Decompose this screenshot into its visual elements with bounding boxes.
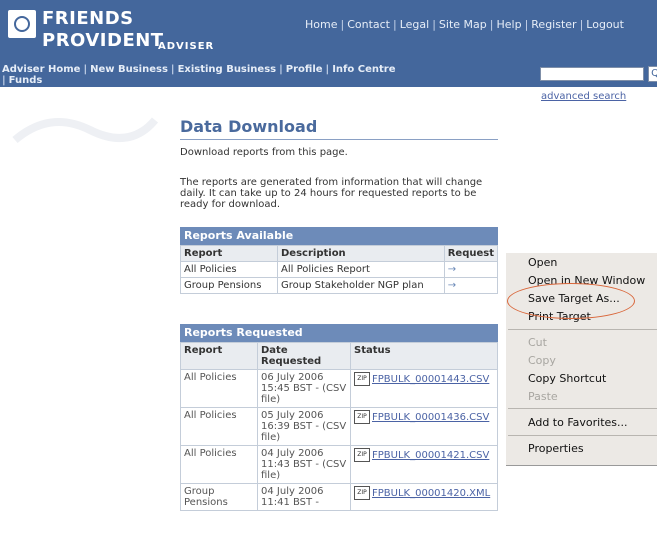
date-cell: 05 July 2006 16:39 BST - (CSV file) xyxy=(257,407,351,446)
nav-new-business[interactable]: New Business xyxy=(90,64,168,75)
top-nav-register[interactable]: Register xyxy=(531,18,576,31)
top-nav-contact[interactable]: Contact xyxy=(347,18,390,31)
menu-item-add-to-favorites[interactable]: Add to Favorites... xyxy=(528,416,628,429)
date-cell: 04 July 2006 11:41 BST - xyxy=(257,483,351,511)
column-header: Status xyxy=(350,342,498,370)
report-cell: Group Pensions xyxy=(180,483,258,511)
report-cell: All Policies xyxy=(180,407,258,446)
table-header-row: Report Date Requested Status xyxy=(180,342,498,370)
status-cell: ZIP FPBULK_00001421.CSV xyxy=(350,445,498,484)
menu-separator xyxy=(508,408,657,409)
top-nav-legal[interactable]: Legal xyxy=(400,18,429,31)
report-cell: All Policies xyxy=(180,445,258,484)
column-header: Request xyxy=(443,245,499,262)
page-note: The reports are generated from informati… xyxy=(180,177,483,210)
column-header: Report xyxy=(180,342,258,370)
date-cell: 06 July 2006 15:45 BST - (CSV file) xyxy=(257,369,351,408)
file-download-link[interactable]: FPBULK_00001420.XML xyxy=(372,488,490,499)
page-intro: Download reports from this page. xyxy=(180,147,348,158)
top-nav-home[interactable]: Home xyxy=(305,18,337,31)
nav-funds[interactable]: Funds xyxy=(9,75,43,86)
reports-available-table: Report Description Request All Policies … xyxy=(180,245,499,294)
menu-item-properties[interactable]: Properties xyxy=(528,442,584,455)
reports-requested-table: Report Date Requested Status All Policie… xyxy=(180,342,498,511)
search-input[interactable] xyxy=(540,67,644,81)
reports-requested-heading: Reports Requested xyxy=(180,324,498,342)
status-cell: ZIP FPBULK_00001443.CSV xyxy=(350,369,498,408)
brand-name-line1: FRIENDS xyxy=(42,8,134,29)
brand-section-label: ADVISER xyxy=(158,41,215,52)
request-arrow-icon[interactable]: → xyxy=(443,277,499,294)
menu-item-copy: Copy xyxy=(528,354,556,367)
top-nav-logout[interactable]: Logout xyxy=(586,18,624,31)
search-go-button[interactable]: Q xyxy=(648,66,657,82)
date-cell: 04 July 2006 11:43 BST - (CSV file) xyxy=(257,445,351,484)
menu-separator xyxy=(508,435,657,436)
table-row: All Policies 06 July 2006 15:45 BST - (C… xyxy=(180,369,498,408)
reports-requested-panel: Reports Requested Report Date Requested … xyxy=(180,324,498,511)
friends-provident-logo-icon[interactable] xyxy=(8,10,36,38)
file-download-link[interactable]: FPBULK_00001421.CSV xyxy=(372,450,489,461)
page-title: Data Download xyxy=(180,117,318,136)
file-download-link[interactable]: FPBULK_00001436.CSV xyxy=(372,412,489,423)
zip-file-icon: ZIP xyxy=(354,410,370,424)
nav-existing-business[interactable]: Existing Business xyxy=(178,64,277,75)
file-download-link[interactable]: FPBULK_00001443.CSV xyxy=(372,374,489,385)
table-row: Group Pensions Group Stakeholder NGP pla… xyxy=(180,277,499,294)
table-row: All Policies 04 July 2006 11:43 BST - (C… xyxy=(180,445,498,484)
status-cell: ZIP FPBULK_00001420.XML xyxy=(350,483,498,511)
table-row: Group Pensions 04 July 2006 11:41 BST - … xyxy=(180,483,498,511)
column-header: Date Requested xyxy=(257,342,351,370)
zip-file-icon: ZIP xyxy=(354,448,370,462)
reports-available-heading: Reports Available xyxy=(180,227,498,245)
status-cell: ZIP FPBULK_00001436.CSV xyxy=(350,407,498,446)
column-header: Description xyxy=(277,245,445,262)
table-row: All Policies 05 July 2006 16:39 BST - (C… xyxy=(180,407,498,446)
menu-item-copy-shortcut[interactable]: Copy Shortcut xyxy=(528,372,606,385)
brand-name-line2: PROVIDENT xyxy=(42,30,164,51)
table-row: All Policies All Policies Report → xyxy=(180,261,499,278)
table-header-row: Report Description Request xyxy=(180,245,499,262)
reports-available-panel: Reports Available Report Description Req… xyxy=(180,227,499,294)
title-divider xyxy=(180,139,498,140)
site-header: FRIENDS PROVIDENT ADVISER Home | Contact | L… xyxy=(0,0,657,62)
advanced-search-link[interactable]: advanced search xyxy=(541,91,626,102)
menu-item-cut: Cut xyxy=(528,336,547,349)
report-cell: All Policies xyxy=(180,261,278,278)
highlight-ellipse xyxy=(507,283,635,319)
top-nav-help[interactable]: Help xyxy=(496,18,521,31)
zip-file-icon: ZIP xyxy=(354,372,370,386)
menu-separator xyxy=(508,329,657,330)
zip-file-icon: ZIP xyxy=(354,486,370,500)
report-cell: All Policies xyxy=(180,369,258,408)
column-header: Report xyxy=(180,245,278,262)
faded-decoration xyxy=(12,117,159,144)
top-nav-site-map[interactable]: Site Map xyxy=(439,18,487,31)
report-cell: Group Pensions xyxy=(180,277,278,294)
menu-item-open[interactable]: Open xyxy=(528,256,557,269)
description-cell: Group Stakeholder NGP plan xyxy=(277,277,445,294)
nav-adviser-home[interactable]: Adviser Home xyxy=(2,64,80,75)
menu-item-paste: Paste xyxy=(528,390,558,403)
top-nav: Home | Contact | Legal | Site Map | Help | Registe… xyxy=(305,18,624,31)
description-cell: All Policies Report xyxy=(277,261,445,278)
nav-profile[interactable]: Profile xyxy=(286,64,323,75)
request-arrow-icon[interactable]: → xyxy=(443,261,499,278)
nav-info-centre[interactable]: Info Centre xyxy=(332,64,395,75)
